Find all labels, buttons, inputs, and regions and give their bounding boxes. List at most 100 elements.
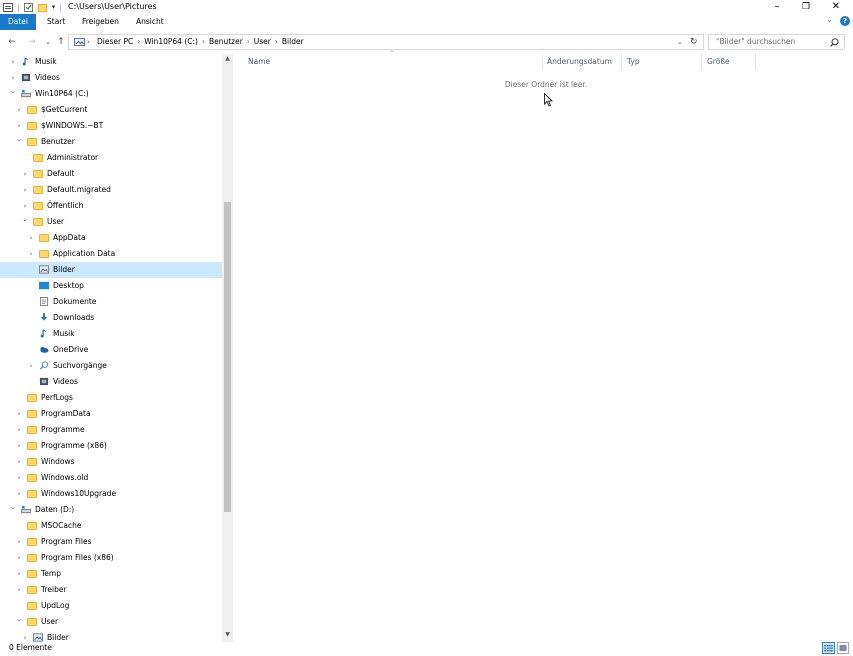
nav-item-programdata[interactable]: › ProgramData (0, 406, 222, 422)
restore-button[interactable]: ❐ (791, 0, 821, 14)
chevron-down-icon[interactable]: ⌄ (15, 131, 23, 147)
column-divider[interactable] (542, 54, 543, 70)
chevron-right-icon[interactable]: › (21, 182, 29, 198)
nav-item-daten-d[interactable]: ⌄ Daten (D:) (0, 502, 222, 518)
chevron-right-icon[interactable]: › (15, 102, 23, 118)
crumb-separator-icon[interactable]: › (137, 35, 140, 49)
nav-item-win10p64-c[interactable]: ⌄ Win10P64 (C:) (0, 86, 222, 102)
chevron-right-icon[interactable]: › (15, 550, 23, 566)
search-box[interactable]: "Bilder" durchsuchen (708, 34, 845, 50)
up-button[interactable]: ↑ (55, 36, 67, 48)
nav-item-musik[interactable]: Musik (0, 326, 222, 342)
refresh-icon[interactable]: ↻ (690, 35, 698, 49)
chevron-right-icon[interactable]: › (15, 422, 23, 438)
minimize-button[interactable]: – (762, 0, 792, 14)
close-button[interactable]: ✕ (821, 0, 851, 14)
nav-item-temp[interactable]: › Temp (0, 566, 222, 582)
nav-item-perflogs[interactable]: PerfLogs (0, 390, 222, 406)
nav-item-benutzer[interactable]: ⌄ Benutzer (0, 134, 222, 150)
search-icon[interactable] (830, 38, 839, 47)
nav-item-bilder[interactable]: Bilder (0, 262, 222, 278)
tab-freigeben[interactable]: Freigeben (82, 14, 119, 30)
column-header-name[interactable]: Name (248, 54, 270, 70)
chevron-right-icon[interactable]: › (15, 406, 23, 422)
chevron-down-icon[interactable]: ⌄ (15, 611, 23, 627)
tab-start[interactable]: Start (47, 14, 65, 30)
nav-item-programme[interactable]: › Programme (0, 422, 222, 438)
scroll-down-icon[interactable]: ▼ (222, 630, 233, 640)
nav-item-desktop[interactable]: Desktop (0, 278, 222, 294)
scrollbar-thumb[interactable] (224, 202, 231, 512)
nav-item-videos[interactable]: › Videos (0, 70, 222, 86)
nav-item-msocache[interactable]: MSOCache (0, 518, 222, 534)
nav-item-onedrive[interactable]: OneDrive (0, 342, 222, 358)
crumb-bilder[interactable]: Bilder (282, 35, 304, 49)
chevron-down-icon[interactable]: ⌄ (21, 211, 29, 227)
nav-item-program-files[interactable]: › Program Files (0, 534, 222, 550)
column-header-size[interactable]: Größe (707, 54, 730, 70)
address-root-chevron-icon[interactable]: › (87, 35, 90, 49)
nav-item-appdata[interactable]: › AppData (0, 230, 222, 246)
crumb-separator-icon[interactable]: › (202, 35, 205, 49)
nav-item-getcurrent[interactable]: › $GetCurrent (0, 102, 222, 118)
nav-item-downloads[interactable]: Downloads (0, 310, 222, 326)
nav-item-windows10upgrade[interactable]: › Windows10Upgrade (0, 486, 222, 502)
nav-item-default-migrated[interactable]: › Default.migrated (0, 182, 222, 198)
nav-item-windows[interactable]: › Windows (0, 454, 222, 470)
column-header-type[interactable]: Typ (627, 54, 640, 70)
crumb-user[interactable]: User (254, 35, 271, 49)
chevron-right-icon[interactable]: › (21, 166, 29, 182)
new-folder-icon[interactable] (37, 3, 47, 12)
expand-ribbon-icon[interactable]: ⌄ (826, 15, 833, 24)
nav-item-ffentlich[interactable]: › Öffentlich (0, 198, 222, 214)
chevron-right-icon[interactable]: › (27, 246, 35, 262)
column-divider[interactable] (701, 54, 702, 70)
scroll-up-icon[interactable]: ▲ (222, 54, 233, 64)
nav-item-application-data[interactable]: › Application Data (0, 246, 222, 262)
chevron-right-icon[interactable]: › (15, 534, 23, 550)
address-bar[interactable]: › Dieser PC › Win10P64 (C:) › Benutzer › Us… (68, 34, 704, 50)
nav-item-windows-bt[interactable]: › $WINDOWS.~BT (0, 118, 222, 134)
nav-item-dokumente[interactable]: Dokumente (0, 294, 222, 310)
nav-item-administrator[interactable]: Administrator (0, 150, 222, 166)
chevron-right-icon[interactable]: › (27, 358, 35, 374)
nav-item-windows-old[interactable]: › Windows.old (0, 470, 222, 486)
nav-item-bilder[interactable]: › Bilder (0, 630, 222, 642)
nav-item-program-files-x86[interactable]: › Program Files (x86) (0, 550, 222, 566)
navigation-scrollbar[interactable]: ▲ ▼ (222, 54, 233, 642)
tab-datei[interactable]: Datei (0, 14, 36, 30)
back-button[interactable]: ← (6, 36, 18, 48)
nav-item-programme-x86[interactable]: › Programme (x86) (0, 438, 222, 454)
large-icons-view-button[interactable] (837, 642, 849, 654)
column-header-modified[interactable]: Änderungsdatum (547, 54, 612, 70)
nav-item-updlog[interactable]: UpdLog (0, 598, 222, 614)
chevron-right-icon[interactable]: › (15, 470, 23, 486)
nav-item-musik[interactable]: › Musik (0, 54, 222, 70)
crumb-separator-icon[interactable]: › (247, 35, 250, 49)
crumb-dieser-pc[interactable]: Dieser PC (97, 35, 133, 49)
column-divider[interactable] (755, 54, 756, 70)
crumb-drive-c[interactable]: Win10P64 (C:) (144, 35, 198, 49)
recent-locations-button[interactable]: ⌄ (42, 36, 54, 48)
crumb-separator-icon[interactable]: › (275, 35, 278, 49)
nav-item-default[interactable]: › Default (0, 166, 222, 182)
chevron-right-icon[interactable]: › (15, 438, 23, 454)
chevron-right-icon[interactable]: › (15, 566, 23, 582)
chevron-right-icon[interactable]: › (27, 230, 35, 246)
chevron-down-icon[interactable]: ⌄ (9, 83, 17, 99)
nav-item-videos[interactable]: Videos (0, 374, 222, 390)
chevron-right-icon[interactable]: › (9, 54, 17, 70)
crumb-benutzer[interactable]: Benutzer (209, 35, 243, 49)
help-icon[interactable]: ? (840, 16, 850, 26)
nav-item-user[interactable]: ⌄ User (0, 214, 222, 230)
properties-icon[interactable] (23, 2, 33, 12)
nav-item-user[interactable]: ⌄ User (0, 614, 222, 630)
chevron-right-icon[interactable]: › (15, 582, 23, 598)
details-view-button[interactable] (822, 642, 835, 654)
column-divider[interactable] (621, 54, 622, 70)
forward-button[interactable]: → (26, 36, 38, 48)
chevron-down-icon[interactable]: ⌄ (9, 499, 17, 515)
chevron-right-icon[interactable]: › (15, 454, 23, 470)
customize-quick-access-icon[interactable]: ▾ (52, 3, 56, 11)
nav-item-treiber[interactable]: › Treiber (0, 582, 222, 598)
